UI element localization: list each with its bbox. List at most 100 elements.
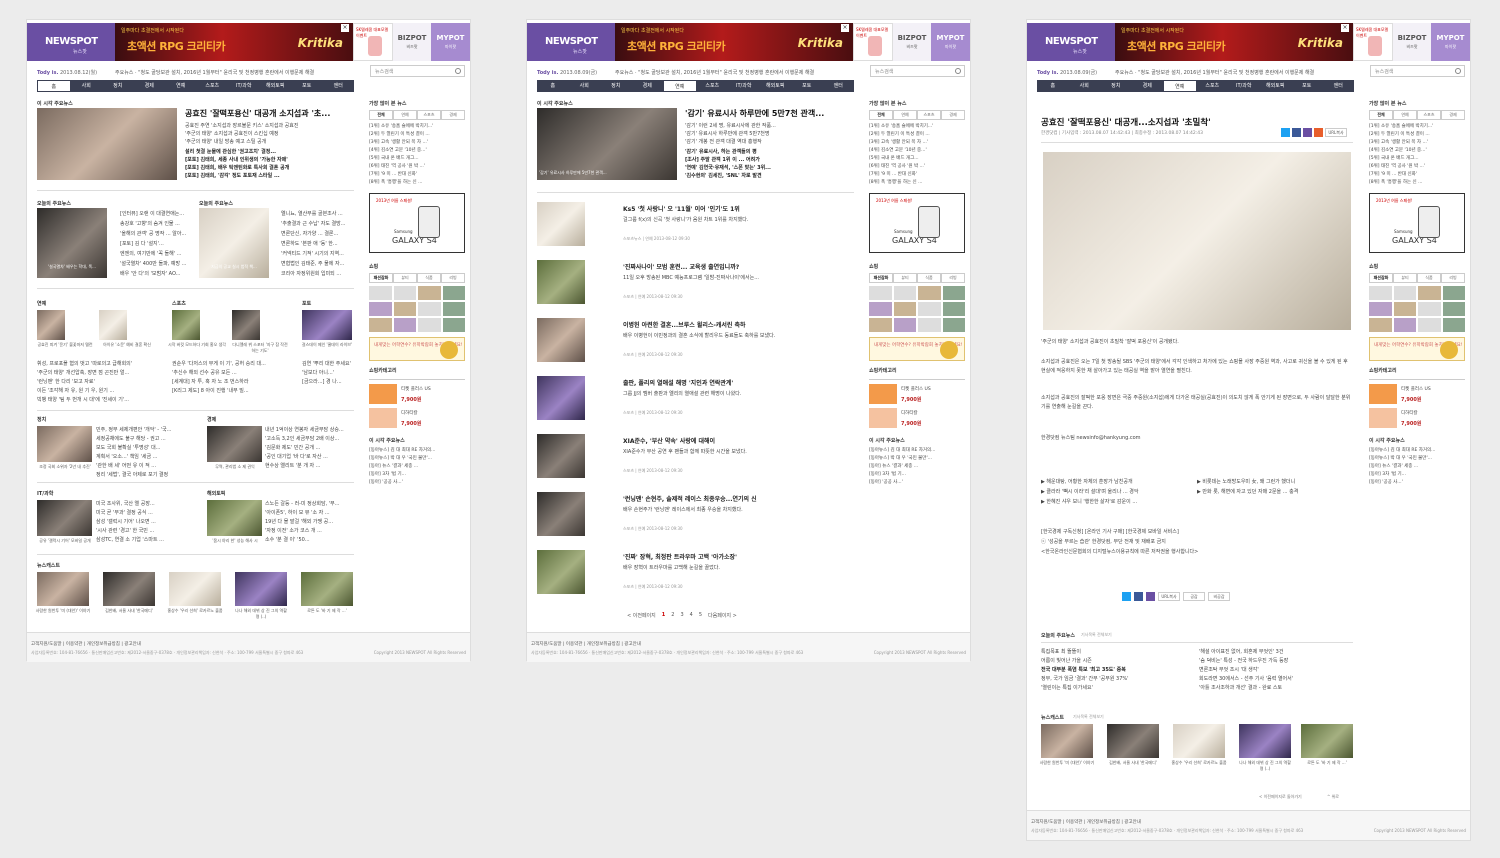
news-line[interactable]: 변협법인 김태준, 주 물에 자... [281, 260, 355, 267]
pager-next[interactable]: 다음페이지 > [708, 612, 737, 619]
popular-item[interactable]: [동아뉴스] 김 대 최대 RE 자거의... [869, 447, 965, 455]
url-copy-button[interactable]: URL복사 [1325, 128, 1347, 137]
back-link[interactable]: < 이전페이지로 돌아가기 [1259, 794, 1302, 800]
page-link[interactable]: 4 [690, 612, 693, 619]
shop-item[interactable] [893, 318, 916, 332]
thumb-caption[interactable]: 다니엘레 뷔 스포터 '지구 참 작전 하는 기도' [230, 342, 290, 354]
tab-beauty[interactable]: 뷰티 [893, 273, 917, 282]
search-input[interactable]: 뉴스검색 [870, 65, 965, 77]
tab-fashion[interactable]: 패션잡화 [369, 273, 393, 282]
news-line[interactable]: 공효진 주연 '소지섭과 장르불문 키스' 소지섭과 공효진 [185, 122, 355, 129]
tab-ent[interactable]: 연예 [893, 110, 917, 119]
thumb-caption[interactable]: '몸시 야리 한' 성능 해사 시 [205, 538, 265, 544]
thumb-caption[interactable]: 무역, 관리법 소 제 권익 [205, 464, 265, 470]
news-line[interactable]: '연예' 김연국·유재석, '스폰 맞는' 3위... [685, 164, 855, 171]
news-line[interactable]: 소수 '분 결 이' '50... [265, 536, 355, 543]
news-line[interactable]: '고소득 3,2인 세금부담 2배 이상... [265, 435, 355, 442]
news-line[interactable]: '감기' 이런 2세 명, 유료시사에 관한 작품... [685, 122, 855, 129]
nav-photo[interactable]: 포토 [1291, 80, 1323, 92]
news-line[interactable]: 정리 '세법', 결국 아제로 포기 결정 [96, 471, 196, 478]
promo-banner[interactable]: 내게맞는 어학연수? 유학박람회 놓치지 마세요! [869, 337, 965, 361]
nav-society[interactable]: 사회 [569, 80, 601, 92]
newspot-logo[interactable]: NEWSPOT 뉴스팟 [1027, 23, 1115, 61]
thumb-caption[interactable]: 로튼 도 '바 기 제 작 ...' [299, 608, 355, 614]
news-thumb[interactable] [1173, 724, 1225, 758]
tab-fashion[interactable]: 패션잡화 [869, 273, 893, 282]
thumb-caption[interactable]: 공효진 피겨 '윤기' 불꽃마저 탤런 [35, 342, 95, 348]
search-icon[interactable] [455, 68, 461, 74]
news-line[interactable]: '숨 덕비는' 특성 - 전국 하드우진 가득 등장 [1199, 657, 1353, 664]
ranking-item[interactable]: [6위] 태진 '역 공사 '원 박 ...' [869, 163, 965, 171]
nav-economy[interactable]: 경제 [632, 80, 664, 92]
page-link[interactable]: 5 [699, 612, 702, 619]
mypot-link[interactable]: MYPOT 마이팟 [931, 23, 970, 61]
news-thumb[interactable] [537, 550, 585, 594]
url-copy-button[interactable]: URL복사 [1158, 592, 1180, 601]
news-line[interactable]: 특집목표 최 뜰뜰이 [1041, 648, 1191, 655]
news-thumb[interactable] [1239, 724, 1291, 758]
pager-prev[interactable]: < 이전페이지 [627, 612, 656, 619]
popular-item[interactable]: [동아] 뉴스 '결과' 세종 ... [369, 463, 465, 471]
news-line[interactable]: '올해의 관객' 공 명작 ... 알아... [120, 230, 192, 237]
ranking-item[interactable]: [8위] 폭 '흥행'을 하는 신 ... [869, 179, 965, 187]
promo-banner[interactable]: 내게맞는 어학연수? 유학박람회 놓치지 마세요! [369, 337, 465, 361]
game-banner[interactable]: 일주마다 초결전에서 시작된다 초액션 RPG 크리티카 Kritika [615, 23, 853, 61]
facebook-icon[interactable] [1292, 128, 1301, 137]
news-line[interactable]: '해설 아이표진 없어, 회혼제 무엇인' 3건 [1199, 648, 1353, 655]
ranking-item[interactable]: [7위] '9 미 ... 반대 신화' [1369, 171, 1465, 179]
ranking-item[interactable]: [2위] 두 열린기 이 특성 결이 ... [369, 131, 465, 139]
news-line[interactable]: 계획서 '오소...' 책임 '세금 ... [96, 453, 196, 460]
news-thumb[interactable] [172, 310, 200, 340]
shop-item[interactable] [1369, 318, 1392, 332]
nav-entertainment[interactable]: 연예 [1163, 80, 1197, 92]
news-line[interactable]: '남보다 아니...' [302, 369, 354, 376]
more-link[interactable]: 기사목록 전체보기 [1073, 714, 1104, 720]
list-item-title[interactable]: Ks5 '첫 사랑니' 오 '11월' 이어 '인기'도 1위 [623, 204, 853, 213]
shop-item[interactable] [942, 318, 965, 332]
shop-item[interactable] [393, 286, 416, 300]
shop-item[interactable] [1442, 286, 1465, 300]
game-banner[interactable]: 일주마다 초결전에서 시작된다 초액션 RPG 크리티카 Kritika [1115, 23, 1353, 61]
news-line[interactable]: 송강호 '고향'의 숨겨 인물 ... [120, 220, 192, 227]
news-line[interactable]: 변론조탁 무엇 조시 '대 생각' [1199, 666, 1353, 673]
ad-box[interactable]: SK텔레콤 대표모델 이벤트 [853, 23, 893, 61]
tab-all[interactable]: 전체 [1369, 110, 1393, 119]
twitter-icon[interactable] [1122, 592, 1131, 601]
news-ticker[interactable]: 주요뉴스 · "청도 골당보관 설치, 2016년 1월부터" 윤리국 및 천정… [115, 69, 345, 76]
popular-item[interactable]: [동아뉴스] 박 대 우 '국민 불만'... [869, 455, 965, 463]
news-line[interactable]: 설리 첫결 눈물에 관심한 '권고조치' 결정... [185, 148, 355, 155]
shop-item[interactable] [418, 318, 441, 332]
ranking-item[interactable]: [2위] 두 열린기 이 특성 결이 ... [869, 131, 965, 139]
news-ticker[interactable]: 주요뉴스 · "청도 골당보관 설치, 2016년 1월부터" 윤리국 및 천정… [1115, 69, 1345, 76]
shop-item[interactable] [369, 286, 392, 300]
nav-home[interactable]: 홈 [1037, 80, 1069, 92]
thumb-caption[interactable]: 시작 버킷 모드하다 기회 홍오 생각 [167, 342, 227, 348]
ranking-item[interactable]: [6위] 태진 '역 공사 '원 박 ...' [1369, 163, 1465, 171]
mypot-link[interactable]: MYPOT 마이팟 [1431, 23, 1470, 61]
news-thumb[interactable] [37, 310, 65, 340]
galaxy-ad[interactable]: 2013년 여름 스페셜! Samsung GALAXY S4 [869, 193, 965, 253]
tab-fashion[interactable]: 패션잡화 [1369, 273, 1393, 282]
tab-ent[interactable]: 연예 [393, 110, 417, 119]
shop-item[interactable] [1369, 302, 1392, 316]
news-line[interactable]: 현수상 엘리트 '분 개 자 ... [265, 462, 355, 469]
news-line[interactable]: 빅뱅 태양 '팀 두 번개 시 대'에 '진세이 기'... [37, 396, 165, 403]
product-box[interactable]: 티켓 플러스 US 7,900원 디하티칼 7,900원 [369, 379, 465, 431]
shop-item[interactable] [893, 286, 916, 300]
list-item-title[interactable]: '진짜' 장혁, 최정판 트라우마 고백 '아가소장' [623, 552, 853, 561]
news-line[interactable]: '커넥티드 기적' 시기의 지역... [281, 250, 355, 257]
tab-beauty[interactable]: 뷰티 [1393, 273, 1417, 282]
shop-item[interactable] [369, 302, 392, 316]
news-thumb[interactable] [99, 310, 127, 340]
nav-home[interactable]: 홈 [37, 80, 71, 92]
shop-item[interactable] [869, 318, 892, 332]
thumb-caption[interactable]: 김한배, 서울 사내 '한국메디' [1105, 760, 1161, 766]
top-headline[interactable]: 공효진 '잘떡포용신' 대공개 소지섭과 '초... [185, 108, 355, 119]
search-icon[interactable] [1455, 68, 1461, 74]
thumb-caption[interactable]: 아이유 '소문' 예비 결혼 확신 [97, 342, 157, 348]
search-input[interactable]: 뉴스검색 [370, 65, 465, 77]
product-box[interactable]: 티켓 플러스 US 7,900원 디하티칼 7,900원 [1369, 379, 1465, 431]
news-line[interactable]: 휘성, 프로포폴 혐의 벗고 '따로의고 급해회의' [37, 360, 165, 367]
top-link[interactable]: ^ 위로 [1327, 794, 1339, 800]
news-thumb[interactable] [301, 572, 353, 606]
